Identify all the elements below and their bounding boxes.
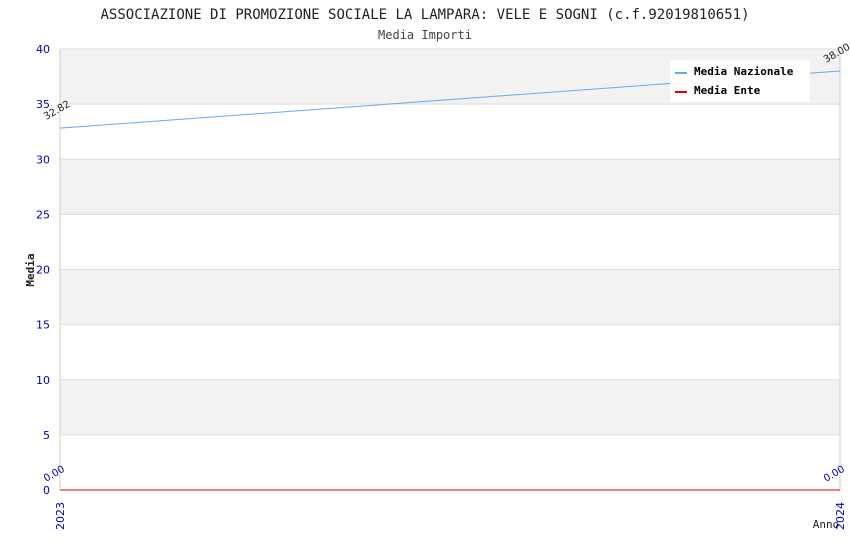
- y-tick-label: 25: [36, 208, 50, 221]
- y-tick-label: 20: [36, 264, 50, 277]
- y-axis-label: Media: [24, 253, 37, 286]
- data-label: 0.00: [42, 464, 67, 485]
- data-label: 0.00: [822, 464, 847, 485]
- grid-band: [60, 269, 840, 325]
- y-tick-label: 15: [36, 319, 50, 332]
- legend-label-media-nazionale: Media Nazionale: [694, 65, 794, 78]
- y-tick-label: 0: [43, 484, 50, 497]
- line-chart: 0510152025303540 2023 2024 32.8238.000.00…: [24, 7, 850, 531]
- chart-title: ASSOCIAZIONE DI PROMOZIONE SOCIALE LA LA…: [100, 7, 749, 23]
- chart-subtitle: Media Importi: [378, 28, 472, 42]
- x-axis-label: Anno: [813, 518, 840, 531]
- grid-band: [60, 159, 840, 215]
- y-tick-label: 10: [36, 374, 50, 387]
- x-tick-labels: 2023 2024: [54, 502, 847, 530]
- x-tick-label: 2023: [54, 502, 67, 530]
- legend: Media Nazionale Media Ente: [670, 60, 810, 102]
- grid-band: [60, 379, 840, 435]
- background-bands: [60, 49, 840, 435]
- legend-label-media-ente: Media Ente: [694, 84, 761, 97]
- y-tick-label: 30: [36, 153, 50, 166]
- y-tick-label: 5: [43, 429, 50, 442]
- y-tick-label: 40: [36, 43, 50, 56]
